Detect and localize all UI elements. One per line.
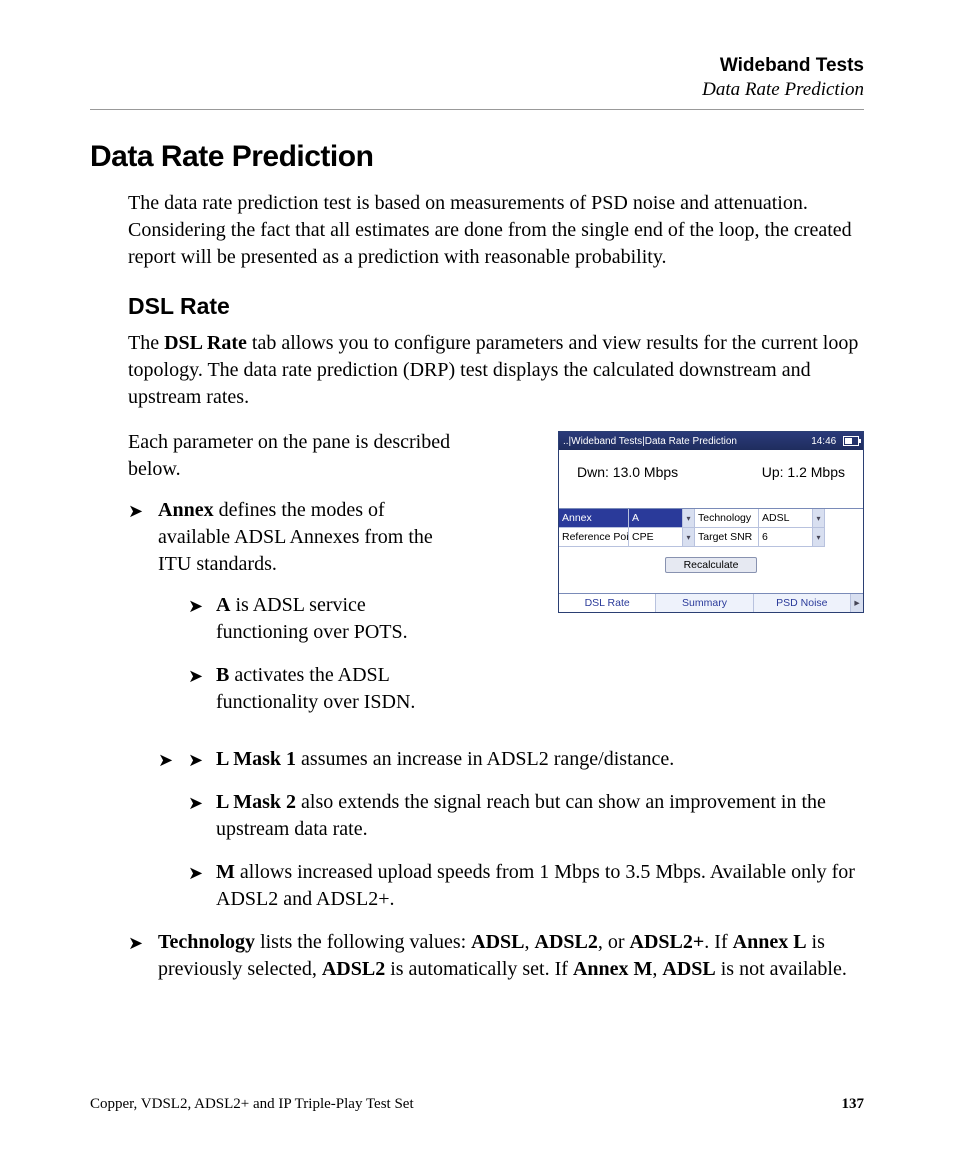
list-item-annex-a: A is ADSL service functioning over POTS. xyxy=(188,592,458,646)
text-bold: Annex xyxy=(158,499,214,521)
target-snr-label: Target SNR xyxy=(695,528,759,547)
text: , or xyxy=(598,931,630,953)
list-item-m: M allows increased upload speeds from 1 … xyxy=(188,859,864,913)
page-title: Data Rate Prediction xyxy=(90,140,864,174)
text: . If xyxy=(704,931,732,953)
dsl-rate-paragraph-1: The DSL Rate tab allows you to configure… xyxy=(128,330,864,411)
list-item-technology: Technology lists the following values: A… xyxy=(128,929,864,983)
text: lists the following values: xyxy=(255,931,471,953)
footer-product: Copper, VDSL2, ADSL2+ and IP Triple-Play… xyxy=(90,1096,414,1113)
text: also extends the signal reach but can sh… xyxy=(216,791,826,840)
text-bold: Technology xyxy=(158,931,255,953)
list-item-lmask1: L Mask 1 assumes an increase in ADSL2 ra… xyxy=(188,746,864,773)
page-number: 137 xyxy=(842,1096,865,1113)
text-bold: L Mask 2 xyxy=(216,791,296,813)
text: is ADSL service functioning over POTS. xyxy=(216,594,408,643)
text: , xyxy=(525,931,535,953)
annex-dropdown-icon[interactable] xyxy=(683,509,695,528)
text: allows increased upload speeds from 1 Mb… xyxy=(216,861,855,910)
tab-scroll-right-icon[interactable]: ▸ xyxy=(851,594,863,612)
annex-label: Annex xyxy=(559,509,629,528)
text-bold: M xyxy=(216,861,235,883)
device-clock: 14:46 xyxy=(811,436,836,447)
downstream-rate: Dwn: 13.0 Mbps xyxy=(577,464,678,480)
text: The xyxy=(128,332,164,354)
dsl-rate-paragraph-2: Each parameter on the pane is described … xyxy=(128,429,458,483)
device-screenshot: ..|Wideband Tests|Data Rate Prediction 1… xyxy=(558,431,864,613)
battery-icon xyxy=(843,436,859,446)
text: , xyxy=(652,958,662,980)
text-bold: ADSL xyxy=(471,931,524,953)
text: activates the ADSL functionality over IS… xyxy=(216,664,415,713)
text-bold: L Mask 1 xyxy=(216,748,296,770)
text-bold: ADSL2+ xyxy=(630,931,705,953)
device-breadcrumb: ..|Wideband Tests|Data Rate Prediction xyxy=(563,436,737,447)
list-item-annex: Annex defines the modes of available ADS… xyxy=(128,497,458,716)
intro-paragraph: The data rate prediction test is based o… xyxy=(128,190,864,271)
header-rule xyxy=(90,109,864,110)
reference-point-label: Reference Point xyxy=(559,528,629,547)
text: is not available. xyxy=(716,958,847,980)
reference-point-dropdown-icon[interactable] xyxy=(683,528,695,547)
list-item-annex-b: B activates the ADSL functionality over … xyxy=(188,662,458,716)
upstream-rate: Up: 1.2 Mbps xyxy=(762,464,845,480)
annex-value[interactable]: A xyxy=(629,509,683,528)
reference-point-value[interactable]: CPE xyxy=(629,528,683,547)
chapter-title: Wideband Tests xyxy=(90,55,864,77)
target-snr-value[interactable]: 6 xyxy=(759,528,813,547)
text-bold: ADSL2 xyxy=(322,958,385,980)
technology-dropdown-icon[interactable] xyxy=(813,509,825,528)
text-bold: ADSL xyxy=(662,958,715,980)
technology-label: Technology xyxy=(695,509,759,528)
dsl-rate-heading: DSL Rate xyxy=(128,293,864,320)
text: is automatically set. If xyxy=(385,958,573,980)
text-bold: ADSL2 xyxy=(535,931,598,953)
target-snr-stepper-icon[interactable] xyxy=(813,528,825,547)
recalculate-button[interactable]: Recalculate xyxy=(665,557,758,573)
tab-summary[interactable]: Summary xyxy=(656,594,753,612)
tab-dsl-rate[interactable]: DSL Rate xyxy=(559,594,656,612)
technology-value[interactable]: ADSL xyxy=(759,509,813,528)
text-bold: Annex M xyxy=(573,958,652,980)
text-bold: A xyxy=(216,594,230,616)
text: assumes an increase in ADSL2 range/dista… xyxy=(296,748,674,770)
breadcrumb-section: Data Rate Prediction xyxy=(90,79,864,101)
list-item-lmask2: L Mask 2 also extends the signal reach b… xyxy=(188,789,864,843)
text-bold: B xyxy=(216,664,229,686)
text-bold: Annex L xyxy=(733,931,807,953)
text-bold: DSL Rate xyxy=(164,332,247,354)
tab-psd-noise[interactable]: PSD Noise xyxy=(754,594,851,612)
